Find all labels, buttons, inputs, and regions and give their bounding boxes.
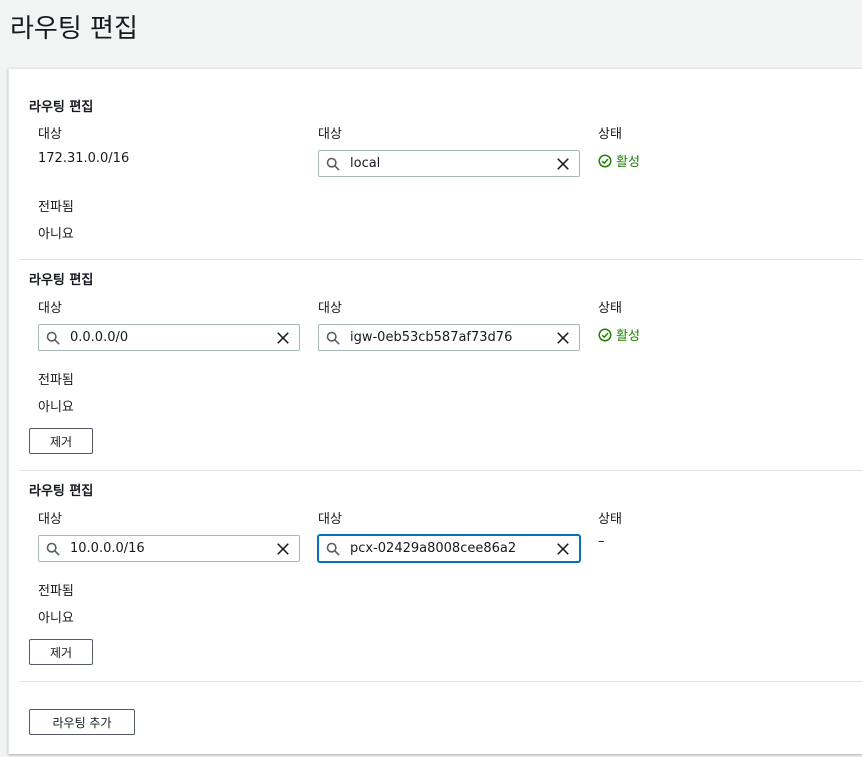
destination-input-value: 10.0.0.0/16	[70, 541, 145, 556]
status-label: 상태	[598, 127, 622, 142]
search-icon	[326, 542, 340, 556]
close-icon[interactable]	[556, 331, 570, 345]
route-entry-3: 라우팅 편집 대상 10.0.0.0/16 대상 pcx-02429a8008c…	[19, 471, 862, 682]
status-label: 상태	[598, 301, 622, 316]
target-label: 대상	[318, 512, 342, 527]
route-section-title: 라우팅 편집	[29, 273, 94, 288]
target-input[interactable]: pcx-02429a8008cee86a2	[318, 535, 580, 562]
target-label: 대상	[318, 127, 342, 142]
status-badge: 활성	[598, 151, 640, 170]
search-icon	[46, 331, 60, 345]
destination-input[interactable]: 10.0.0.0/16	[38, 535, 300, 562]
status-value: 활성	[616, 329, 640, 344]
propagated-label: 전파됨	[38, 373, 74, 388]
propagated-label: 전파됨	[38, 584, 74, 599]
status-badge: 활성	[598, 325, 640, 344]
propagated-value: 아니요	[38, 400, 74, 415]
route-section-title: 라우팅 편집	[29, 100, 94, 115]
routes-panel: 라우팅 편집 대상 172.31.0.0/16 대상 local 상태 활성 전…	[8, 68, 862, 754]
check-circle-icon	[598, 327, 612, 342]
close-icon[interactable]	[276, 331, 290, 345]
page-title: 라우팅 편집	[10, 14, 138, 44]
target-input[interactable]: local	[318, 150, 580, 177]
destination-value: 172.31.0.0/16	[38, 151, 130, 166]
destination-input-value: 0.0.0.0/0	[70, 330, 129, 345]
close-icon[interactable]	[556, 157, 570, 171]
close-icon[interactable]	[276, 542, 290, 556]
target-input-value: local	[350, 156, 381, 171]
search-icon	[46, 542, 60, 556]
destination-label: 대상	[38, 301, 62, 316]
status-value: 활성	[616, 155, 640, 170]
target-input-value: pcx-02429a8008cee86a2	[350, 541, 517, 556]
destination-input[interactable]: 0.0.0.0/0	[38, 324, 300, 351]
status-value: –	[598, 534, 605, 549]
destination-label: 대상	[38, 512, 62, 527]
add-route-button[interactable]: 라우팅 추가	[29, 709, 135, 735]
route-entry-1: 라우팅 편집 대상 172.31.0.0/16 대상 local 상태 활성 전…	[19, 69, 862, 260]
route-entry-2: 라우팅 편집 대상 0.0.0.0/0 대상 igw-0eb53cb587af7…	[19, 260, 862, 471]
target-label: 대상	[318, 301, 342, 316]
search-icon	[326, 157, 340, 171]
route-section-title: 라우팅 편집	[29, 484, 94, 499]
propagated-value: 아니요	[38, 611, 74, 626]
check-circle-icon	[598, 153, 612, 168]
remove-button[interactable]: 제거	[29, 428, 93, 454]
propagated-value: 아니요	[38, 227, 74, 242]
propagated-label: 전파됨	[38, 200, 74, 215]
search-icon	[326, 331, 340, 345]
close-icon[interactable]	[556, 542, 570, 556]
remove-button[interactable]: 제거	[29, 639, 93, 665]
destination-label: 대상	[38, 127, 62, 142]
status-label: 상태	[598, 512, 622, 527]
target-input-value: igw-0eb53cb587af73d76	[350, 330, 513, 345]
target-input[interactable]: igw-0eb53cb587af73d76	[318, 324, 580, 351]
